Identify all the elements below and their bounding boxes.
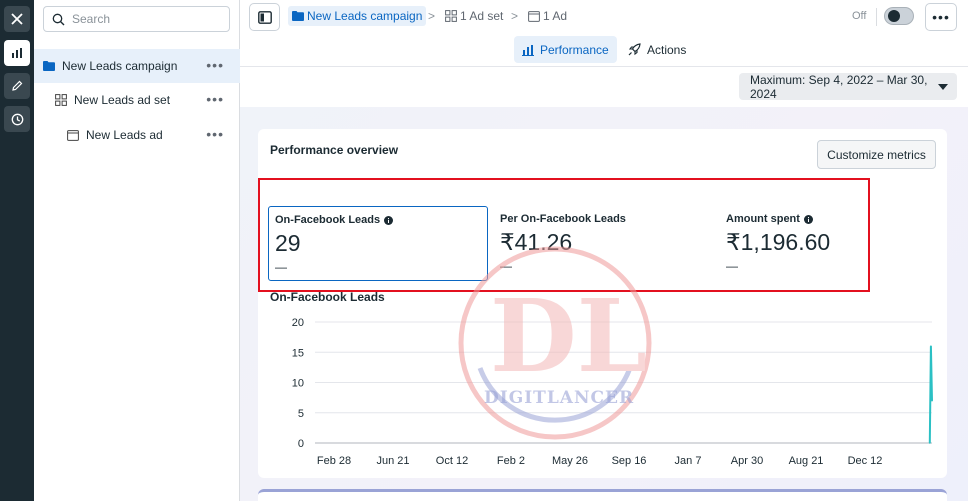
data-point	[929, 442, 931, 444]
x-tick-label: Dec 12	[848, 455, 883, 467]
ad-icon	[67, 129, 79, 141]
ad-icon	[528, 10, 540, 22]
customize-metrics-button[interactable]: Customize metrics	[817, 140, 936, 169]
tree-item-ad[interactable]: New Leads ad •••	[34, 118, 240, 152]
breadcrumb-campaign[interactable]: New Leads campaign	[288, 6, 427, 26]
caret-down-icon	[938, 84, 948, 90]
x-tick-label: Oct 12	[436, 455, 468, 467]
icon-rail	[0, 0, 34, 501]
date-range-label: Maximum: Sep 4, 2022 – Mar 30, 2024	[750, 72, 928, 101]
tree-item-campaign[interactable]: New Leads campaign •••	[34, 49, 240, 83]
sidebar-toggle-icon	[257, 10, 272, 24]
y-tick-label: 5	[298, 408, 304, 420]
tab-label: Actions	[647, 42, 687, 57]
more-options-button[interactable]: •••	[925, 3, 957, 31]
y-tick-label: 0	[298, 438, 304, 450]
breadcrumb-adset[interactable]: 1 Ad set	[445, 6, 503, 26]
x-tick-label: May 26	[552, 455, 588, 467]
rocket-icon	[628, 43, 641, 56]
x-tick-label: Sep 16	[612, 455, 647, 467]
campaign-on-off-toggle[interactable]	[884, 7, 914, 25]
next-card	[258, 489, 947, 501]
edit-rail-button[interactable]	[4, 73, 30, 99]
y-tick-label: 10	[292, 378, 304, 390]
breadcrumb-ad[interactable]: 1 Ad	[528, 6, 567, 26]
more-options-button[interactable]: •••	[206, 127, 224, 141]
tree-item-adset[interactable]: New Leads ad set •••	[34, 83, 240, 117]
clock-icon	[11, 113, 23, 125]
date-range-picker[interactable]: Maximum: Sep 4, 2022 – Mar 30, 2024	[739, 72, 957, 101]
tab-performance[interactable]: Performance	[514, 36, 617, 63]
grid-icon	[55, 94, 67, 106]
x-tick-label: Jan 7	[675, 455, 702, 467]
tab-actions[interactable]: Actions	[620, 36, 694, 63]
top-bar: New Leads campaign > 1 Ad set > 1 Ad Off…	[240, 0, 968, 34]
breadcrumb-separator: >	[428, 9, 436, 23]
x-tick-label: Feb 28	[317, 455, 351, 467]
more-options-button[interactable]: •••	[206, 92, 224, 106]
bar-chart-icon	[12, 48, 22, 58]
divider	[876, 8, 877, 26]
campaign-tree-panel: New Leads campaign ••• New Leads ad set …	[34, 0, 240, 501]
data-point	[931, 399, 933, 402]
pencil-icon	[12, 80, 23, 91]
tree-item-label: New Leads ad	[86, 128, 163, 142]
x-tick-label: Aug 21	[789, 455, 824, 467]
chart-title: On-Facebook Leads	[270, 290, 385, 304]
leads-line-chart: 0 5 10 15 20 Feb 28 Jun 21 Oct 12 Feb 2 May 26 Sep…	[292, 317, 933, 467]
grid-icon	[445, 10, 457, 22]
performance-rail-button[interactable]	[4, 40, 30, 66]
search-icon	[52, 13, 65, 25]
card-title: Performance overview	[270, 143, 399, 157]
search-box	[43, 6, 230, 32]
main-content: Performance overview Customize metrics O…	[240, 107, 968, 501]
bar-chart-icon	[522, 44, 534, 56]
tab-label: Performance	[540, 42, 609, 57]
toggle-status-label: Off	[852, 10, 867, 22]
more-options-button[interactable]: •••	[206, 58, 224, 72]
breadcrumb-label: 1 Ad set	[460, 9, 504, 23]
breadcrumb-label: 1 Ad	[543, 9, 568, 23]
toggle-knob	[888, 10, 900, 22]
search-input[interactable]	[72, 12, 222, 26]
metrics-highlight-box	[258, 178, 870, 292]
breadcrumb-separator: >	[511, 9, 519, 23]
x-tick-label: Feb 2	[497, 455, 525, 467]
folder-icon	[292, 11, 304, 21]
x-tick-label: Jun 21	[376, 455, 409, 467]
breadcrumb-label: New Leads campaign	[307, 9, 423, 23]
series-line	[928, 346, 933, 444]
tree-item-label: New Leads ad set	[74, 93, 171, 107]
date-range-bar: Maximum: Sep 4, 2022 – Mar 30, 2024	[240, 67, 968, 107]
panel-toggle-button[interactable]	[249, 3, 280, 31]
view-tabs: Performance Actions	[240, 34, 968, 67]
close-button[interactable]	[4, 6, 30, 32]
close-icon	[11, 13, 23, 25]
tree-item-label: New Leads campaign	[62, 59, 178, 73]
y-tick-label: 15	[292, 347, 304, 359]
y-tick-label: 20	[292, 317, 304, 329]
folder-icon	[43, 61, 55, 71]
x-tick-label: Apr 30	[731, 455, 763, 467]
data-point	[930, 345, 932, 347]
history-rail-button[interactable]	[4, 106, 30, 132]
